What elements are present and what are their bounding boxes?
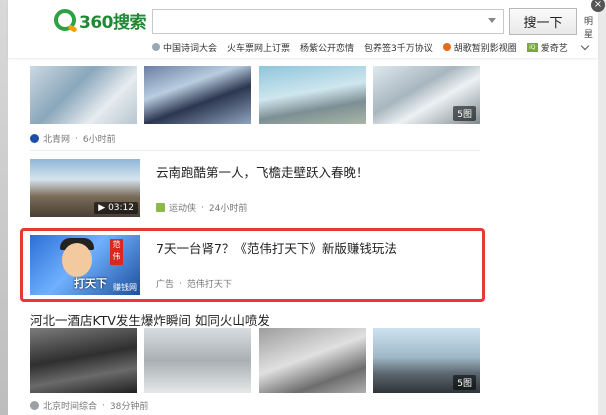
search-header: 360搜索 搜一下 明星 × 中国诗词大会 火车票网上订票 杨紫公开恋情 包养签…: [8, 0, 605, 58]
gear-icon: [152, 43, 160, 51]
ad-label: 广告: [156, 280, 175, 290]
item-title[interactable]: 河北一酒店KTV发生爆炸瞬间 如同火山喷发: [30, 310, 270, 329]
search-box[interactable]: [152, 9, 504, 34]
thumbnail-image[interactable]: 5图: [373, 328, 480, 393]
logo-icon: [54, 9, 76, 31]
source-icon: [30, 134, 39, 143]
item-title[interactable]: 7天一台肾7？《范伟打天下》新版赚钱玩法: [156, 238, 397, 257]
search-button[interactable]: 搜一下: [509, 8, 577, 35]
thumbnail-image[interactable]: [259, 66, 366, 124]
duration-text: 03:12: [108, 203, 134, 213]
hotlink-item[interactable]: 包养签3千万协议: [364, 41, 433, 54]
ad-thumbnail[interactable]: 范伟 打天下 赚钱网: [30, 235, 140, 295]
hotlink-label: 火车票网上订票: [227, 43, 291, 54]
hotlink-item[interactable]: 胡歌暂别影视圈: [442, 41, 517, 54]
hotlink-label: 中国诗词大会: [163, 43, 218, 54]
dropdown-caret-icon[interactable]: [488, 18, 496, 23]
source-icon: [30, 401, 39, 410]
thumbnail-image[interactable]: [30, 66, 137, 124]
separator: ·: [179, 278, 182, 289]
scrollbar[interactable]: [598, 0, 606, 415]
source-name: 北青网: [43, 135, 71, 145]
thumbnail-image[interactable]: 5图: [373, 66, 480, 124]
iqiyi-icon: iQ: [526, 42, 538, 52]
face-shape: [62, 243, 92, 277]
source-name: 运动侠: [169, 204, 197, 214]
ad-image-corner: 赚钱网: [113, 283, 137, 292]
hotlink-item[interactable]: 火车票网上订票: [227, 41, 290, 54]
source-line: 广告 · 范伟打天下: [156, 277, 232, 291]
divider: [30, 150, 480, 151]
hotlinks-bar: 中国诗词大会 火车票网上订票 杨紫公开恋情 包养签3千万协议 胡歌暂别影视圈 i…: [152, 40, 590, 54]
timestamp: 24小时前: [208, 204, 248, 214]
source-line: 北青网 · 6小时前: [30, 132, 116, 145]
image-count-badge: 5图: [453, 106, 476, 121]
ad-tag: 范伟: [110, 239, 123, 265]
source-name: 北京时间综合: [43, 402, 98, 412]
video-duration-badge: ▶ 03:12: [94, 202, 138, 214]
logo-text: 360搜索: [79, 12, 147, 33]
window-left-edge: [0, 0, 8, 415]
image-count-badge: 5图: [453, 375, 476, 390]
hotlink-item[interactable]: 中国诗词大会: [152, 41, 217, 54]
source-name: 范伟打天下: [186, 280, 232, 290]
logo[interactable]: 360搜索: [54, 8, 147, 33]
separator: ·: [75, 133, 78, 144]
thumbnail-image[interactable]: [144, 66, 251, 124]
browser-window: 360搜索 搜一下 明星 × 中国诗词大会 火车票网上订票 杨紫公开恋情 包养签…: [0, 0, 606, 415]
thumbnail-image[interactable]: [30, 328, 137, 393]
hotlink-label: 杨紫公开恋情: [300, 43, 355, 54]
separator: ·: [201, 202, 204, 213]
corner-link[interactable]: 明星: [584, 14, 598, 40]
source-icon: [156, 203, 165, 212]
fire-icon: [442, 43, 451, 51]
hotlink-item[interactable]: 杨紫公开恋情: [300, 41, 354, 54]
hotlink-label: 爱奇艺: [540, 43, 568, 54]
hotlink-label: 包养签3千万协议: [364, 43, 433, 54]
thumbnail-image[interactable]: [259, 328, 366, 393]
thumbnail-image[interactable]: [144, 328, 251, 393]
chevron-down-icon[interactable]: [580, 41, 590, 50]
news-feed: 真功·把腰在布满灵活…… 5图 北青网 · 6小时前 ▶ 03:12 云南跑酷第…: [8, 45, 598, 415]
item-title[interactable]: 云南跑酷第一人，飞檐走壁跃入春晚！: [156, 162, 369, 181]
hotlink-label: 胡歌暂别影视圈: [453, 43, 517, 54]
hotlink-item[interactable]: iQ 爱奇艺: [526, 41, 568, 54]
timestamp: 6小时前: [82, 135, 116, 145]
source-line: 运动侠 · 24小时前: [156, 201, 247, 214]
video-thumbnail[interactable]: ▶ 03:12: [30, 159, 140, 217]
timestamp: 38分钟前: [109, 402, 149, 412]
separator: ·: [102, 400, 105, 411]
search-input[interactable]: [153, 10, 485, 32]
ad-image-text: 打天下: [74, 277, 107, 290]
source-line: 北京时间综合 · 38分钟前: [30, 399, 148, 412]
